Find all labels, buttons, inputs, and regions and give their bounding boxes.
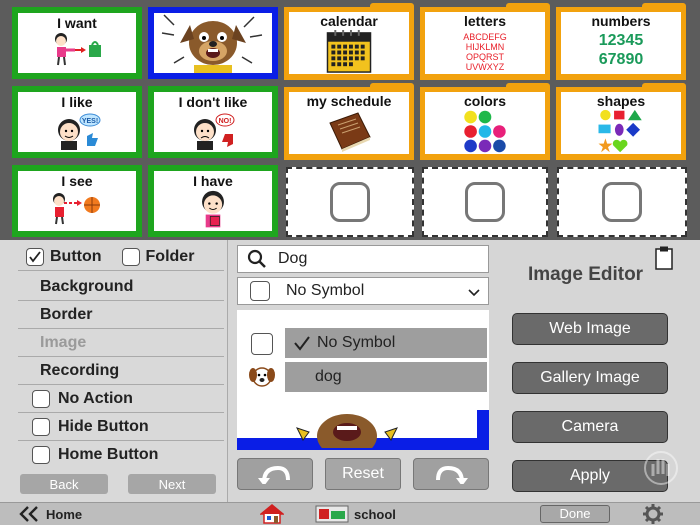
i-like-icon: YES! bbox=[58, 113, 101, 150]
checkmark-icon bbox=[294, 336, 310, 351]
menu-background[interactable]: Background bbox=[18, 273, 224, 301]
checkmark-icon bbox=[29, 251, 41, 263]
symbol-search-panel: Dog No Symbol No Symbol dog Reset bbox=[228, 240, 498, 502]
no-action-checkbox[interactable] bbox=[32, 389, 50, 408]
empty-slot[interactable] bbox=[557, 167, 687, 237]
reset-button[interactable]: Reset bbox=[325, 458, 401, 490]
search-icon bbox=[247, 249, 266, 268]
board-grid: I want calendar letters ABCDEFG HIJKLMN … bbox=[0, 0, 700, 240]
empty-slot[interactable] bbox=[286, 167, 414, 237]
i-dont-like-icon: NO! bbox=[194, 113, 235, 150]
school-board-icon[interactable] bbox=[315, 505, 349, 523]
folder-label: my schedule bbox=[306, 93, 392, 109]
shapes-icon bbox=[598, 109, 642, 153]
button-dog-image[interactable] bbox=[148, 7, 278, 79]
folder-type-label: Folder bbox=[145, 248, 195, 265]
folder-checkbox[interactable] bbox=[121, 248, 140, 266]
bottom-bar: Home school Done bbox=[0, 502, 700, 525]
button-type-label: Button bbox=[50, 248, 102, 265]
button-i-dont-like[interactable]: I don't like NO! bbox=[148, 86, 278, 158]
rotate-right-button[interactable] bbox=[413, 458, 489, 490]
folder-label: shapes bbox=[596, 93, 646, 109]
type-row: Button Folder bbox=[26, 248, 194, 266]
folder-letters[interactable]: letters ABCDEFG HIJKLMN OPQRST UVWXYZ bbox=[420, 3, 550, 80]
numbers-text: 12345 67890 bbox=[598, 32, 644, 68]
option-no-symbol[interactable]: No Symbol bbox=[285, 328, 487, 358]
colors-dots-icon bbox=[464, 110, 506, 153]
folder-colors[interactable]: colors bbox=[420, 83, 550, 160]
button-label: I see bbox=[61, 173, 93, 189]
button-label: I have bbox=[193, 173, 233, 189]
gear-icon[interactable] bbox=[643, 504, 663, 524]
button-i-like[interactable]: I like YES! bbox=[12, 86, 142, 158]
folder-label: colors bbox=[463, 93, 506, 109]
symbol-dropdown-checkbox bbox=[250, 281, 270, 301]
folder-calendar[interactable]: calendar bbox=[284, 3, 414, 80]
option-no-symbol-checkbox[interactable] bbox=[251, 333, 273, 355]
i-want-icon bbox=[55, 33, 101, 66]
empty-slot[interactable] bbox=[422, 167, 548, 237]
back-button[interactable]: Back bbox=[20, 474, 108, 494]
folder-label: calendar bbox=[320, 13, 378, 29]
hide-button-checkbox[interactable] bbox=[32, 417, 50, 436]
image-editor-panel: Image Editor Web Image Gallery Image Cam… bbox=[498, 240, 700, 502]
option-dog[interactable]: dog bbox=[285, 362, 487, 392]
button-i-want[interactable]: I want bbox=[12, 7, 142, 79]
button-checkbox[interactable] bbox=[26, 248, 44, 266]
letters-text: ABCDEFG HIJKLMN OPQRST UVWXYZ bbox=[463, 32, 507, 72]
button-i-have[interactable]: I have bbox=[148, 165, 278, 237]
hand-stop-icon bbox=[644, 451, 678, 485]
chevron-down-icon bbox=[468, 289, 480, 297]
symbol-dropdown-value: No Symbol bbox=[286, 282, 365, 299]
button-label: I don't like bbox=[178, 94, 248, 110]
home-link[interactable]: Home bbox=[46, 507, 82, 522]
folder-my-schedule[interactable]: my schedule bbox=[284, 83, 414, 160]
menu-border[interactable]: Border bbox=[18, 301, 224, 329]
dog-preview-image bbox=[296, 414, 398, 448]
folder-label: letters bbox=[463, 13, 507, 29]
rotate-right-icon bbox=[436, 465, 468, 484]
properties-panel: Button Folder Background Border Image Re… bbox=[0, 240, 228, 502]
menu-image[interactable]: Image bbox=[18, 329, 224, 357]
house-icon[interactable] bbox=[260, 504, 284, 524]
folder-shapes[interactable]: shapes bbox=[556, 83, 686, 160]
button-label: I want bbox=[57, 15, 97, 31]
gallery-image-button[interactable]: Gallery Image bbox=[512, 362, 668, 394]
search-box[interactable]: Dog bbox=[237, 245, 489, 273]
schedule-book-icon bbox=[329, 112, 371, 152]
button-i-see[interactable]: I see bbox=[12, 165, 142, 237]
i-have-icon bbox=[202, 190, 224, 228]
home-button-checkbox[interactable] bbox=[32, 446, 50, 464]
menu-home-button[interactable]: Home Button bbox=[18, 441, 224, 469]
double-chevron-left-icon[interactable] bbox=[18, 505, 40, 523]
yes-bubble-text: YES! bbox=[82, 118, 98, 125]
folder-label: numbers bbox=[591, 13, 651, 29]
menu-hide-button[interactable]: Hide Button bbox=[18, 413, 224, 441]
menu-no-action[interactable]: No Action bbox=[18, 385, 224, 413]
camera-button[interactable]: Camera bbox=[512, 411, 668, 443]
button-label: I like bbox=[61, 94, 93, 110]
web-image-button[interactable]: Web Image bbox=[512, 313, 668, 345]
search-input[interactable]: Dog bbox=[278, 250, 307, 268]
rotate-left-icon bbox=[258, 465, 290, 484]
calendar-icon bbox=[326, 29, 372, 73]
menu-recording[interactable]: Recording bbox=[18, 357, 224, 385]
done-button[interactable]: Done bbox=[540, 505, 610, 523]
dog-cartoon-icon bbox=[161, 14, 263, 73]
folder-numbers[interactable]: numbers 12345 67890 bbox=[556, 3, 686, 80]
rotate-left-button[interactable] bbox=[237, 458, 313, 490]
symbol-dropdown[interactable]: No Symbol bbox=[237, 277, 489, 305]
i-see-icon bbox=[53, 193, 100, 225]
clipboard-icon[interactable] bbox=[655, 246, 673, 270]
school-link[interactable]: school bbox=[354, 507, 396, 522]
next-button[interactable]: Next bbox=[128, 474, 216, 494]
image-editor-title: Image Editor bbox=[528, 264, 644, 285]
image-preview: No Symbol dog bbox=[237, 310, 489, 450]
dog-symbol-icon bbox=[249, 367, 275, 387]
no-bubble-text: NO! bbox=[219, 118, 232, 125]
